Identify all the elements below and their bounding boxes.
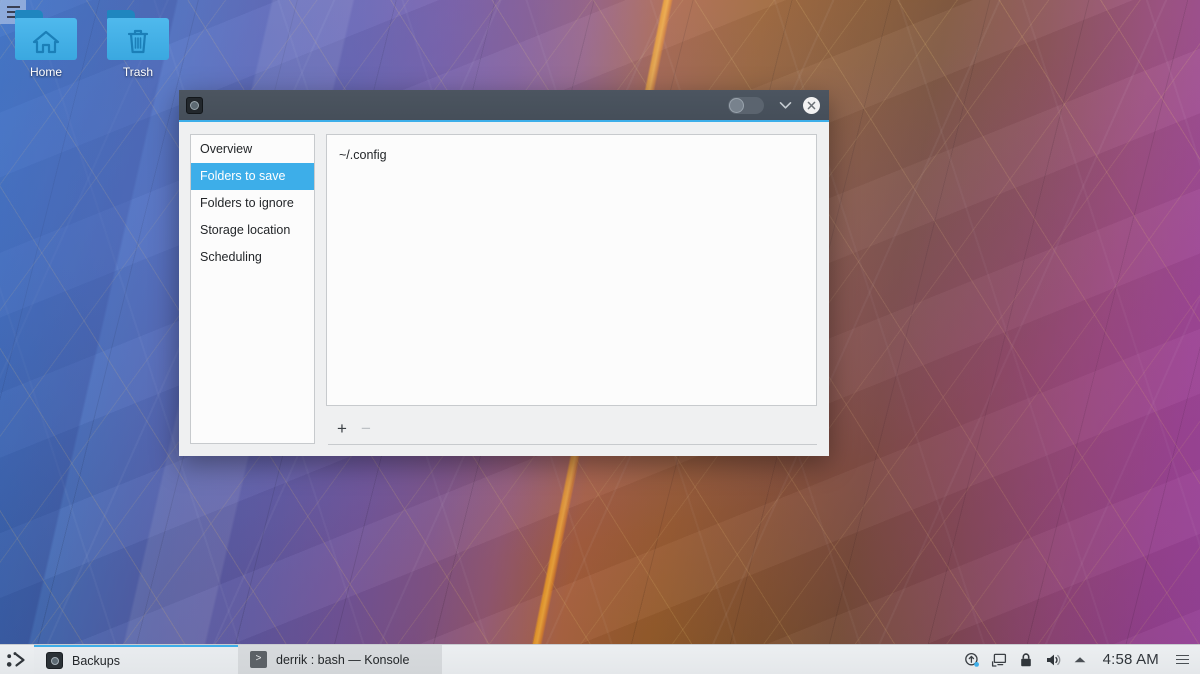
window-content: Overview Folders to save Folders to igno… [179,121,829,456]
sidebar-item-overview[interactable]: Overview [191,136,314,163]
keep-above-toggle[interactable] [728,97,764,114]
clock[interactable]: 4:58 AM [1099,651,1163,668]
sidebar-item-folders-to-save[interactable]: Folders to save [191,163,314,190]
desktop-icon-label: Home [29,65,62,79]
volume-icon[interactable] [1045,651,1062,668]
folder-list[interactable]: ~/.config [326,134,817,406]
software-update-icon[interactable] [964,651,981,668]
backups-app-icon [186,97,203,114]
folder-icon [15,10,77,60]
sidebar-item-folders-to-ignore[interactable]: Folders to ignore [191,190,314,217]
remove-folder-button: − [360,418,371,438]
folder-icon [107,10,169,60]
trash-icon [127,29,149,54]
kde-launcher-icon[interactable] [0,645,34,674]
backups-app-icon [46,652,63,669]
list-action-bar: + − [326,415,817,445]
taskbar-task-konsole[interactable]: > derrik : bash — Konsole [238,644,442,674]
show-hidden-icon[interactable] [1072,651,1089,668]
divider [328,444,817,445]
display-icon[interactable] [991,651,1008,668]
sidebar-item-label: Folders to ignore [200,196,294,210]
list-item[interactable]: ~/.config [327,145,816,165]
folder-path: ~/.config [339,148,387,162]
folders-to-save-pane: ~/.config + − [326,134,817,445]
sidebar-item-scheduling[interactable]: Scheduling [191,244,314,271]
chevron-down-icon[interactable] [776,97,794,115]
taskbar[interactable]: Backups > derrik : bash — Konsole 4:58 A… [0,644,1200,674]
desktop-icon-home[interactable]: Home [0,10,92,79]
task-label: derrik : bash — Konsole [276,652,410,667]
system-tray[interactable]: 4:58 AM [964,645,1200,674]
lock-icon[interactable] [1018,651,1035,668]
close-icon[interactable] [803,97,820,114]
taskbar-task-backups[interactable]: Backups [34,644,238,674]
sidebar-item-storage-location[interactable]: Storage location [191,217,314,244]
hamburger-icon[interactable] [1173,654,1192,665]
sidebar-item-label: Folders to save [200,169,286,183]
sidebar-item-label: Storage location [200,223,291,237]
sidebar-item-label: Overview [200,142,253,156]
add-folder-button[interactable]: + [337,420,347,437]
home-icon [32,30,60,54]
desktop[interactable]: Home Trash Overview Folders to save Fold… [0,0,1200,674]
desktop-icon-label: Trash [122,65,154,79]
sidebar-item-label: Scheduling [200,250,262,264]
window-titlebar[interactable] [179,90,829,122]
desktop-icon-trash[interactable]: Trash [92,10,184,79]
backups-window[interactable]: Overview Folders to save Folders to igno… [179,90,829,456]
task-label: Backups [72,653,120,668]
konsole-icon: > [250,651,267,668]
settings-sidebar[interactable]: Overview Folders to save Folders to igno… [190,134,315,444]
